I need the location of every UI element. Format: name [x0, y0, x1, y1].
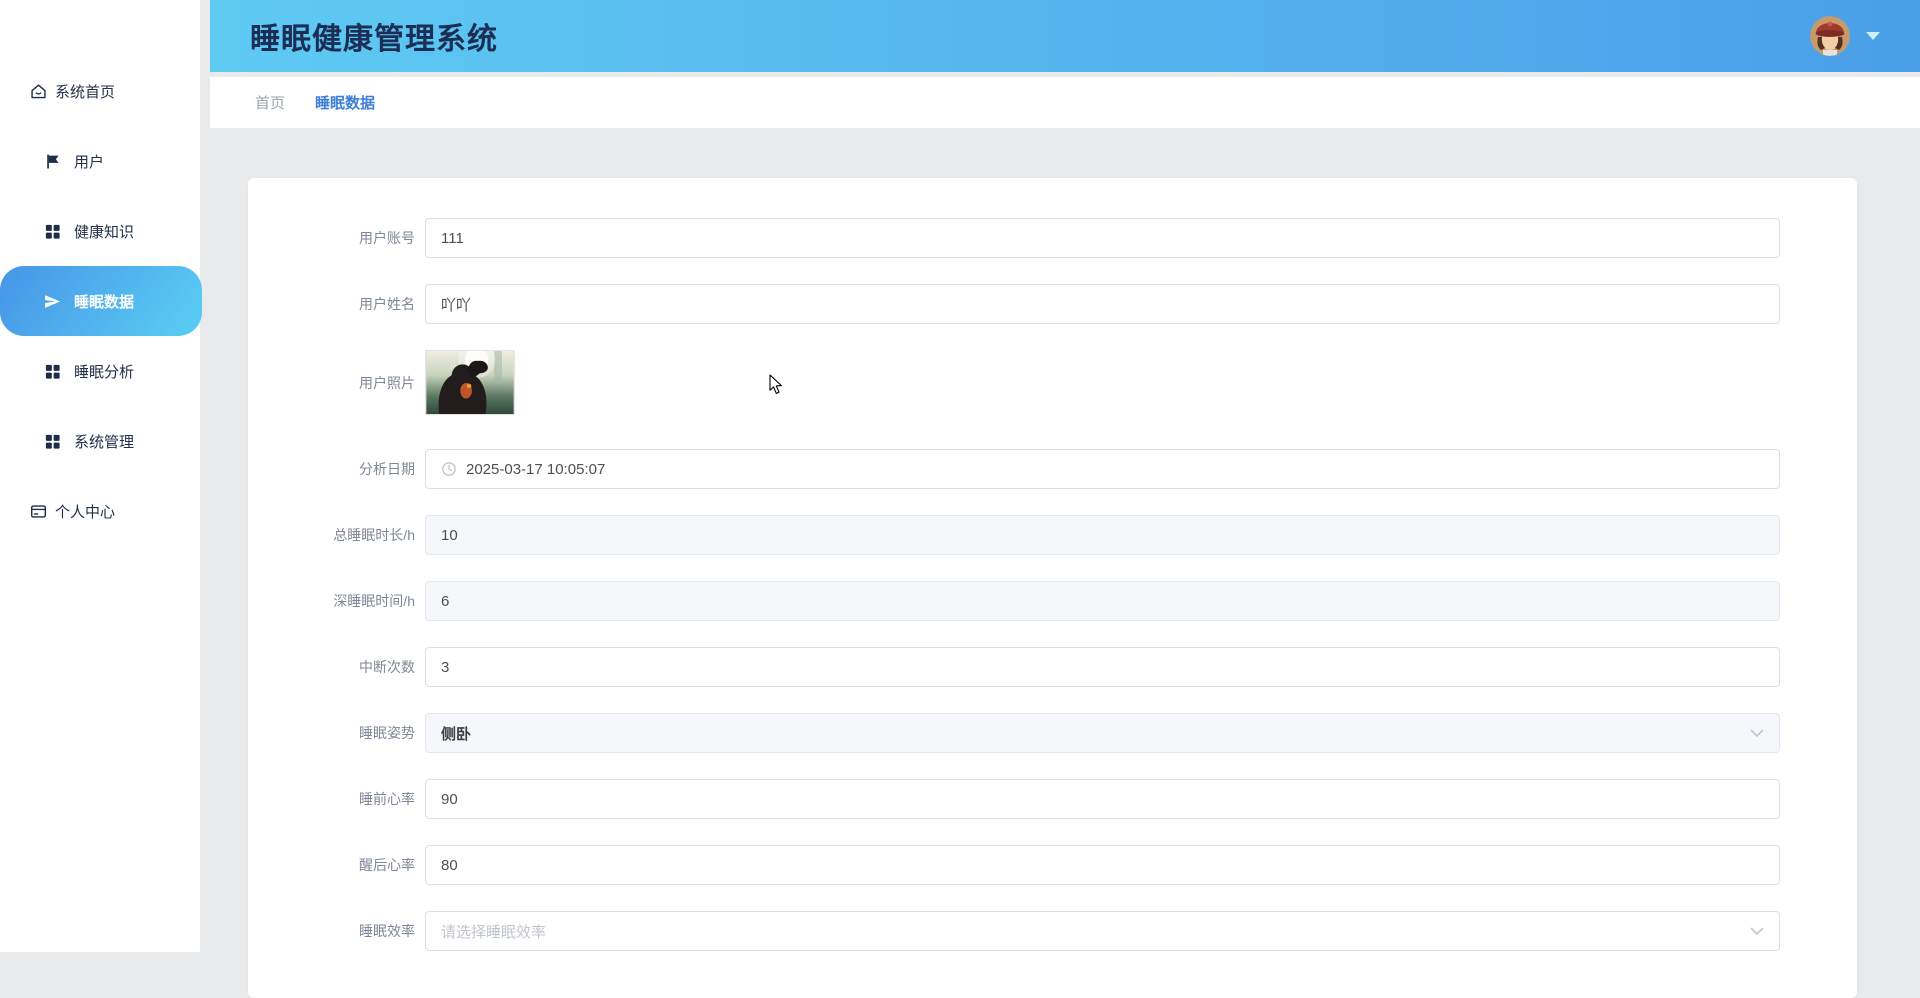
- sidebar-item-label: 用户: [74, 153, 105, 171]
- wake-heart-rate-input[interactable]: [425, 845, 1780, 885]
- sidebar-item-label: 睡眠数据: [74, 293, 135, 311]
- sidebar-item-label: 睡眠分析: [74, 363, 135, 381]
- total-sleep-hours-input: 10: [425, 515, 1780, 555]
- deep-sleep-hours-input: 6: [425, 581, 1780, 621]
- field-label: 中断次数: [359, 659, 415, 675]
- chevron-down-icon: [1750, 927, 1764, 936]
- field-label: 用户姓名: [359, 296, 415, 312]
- user-name-input[interactable]: [425, 284, 1780, 324]
- main-area: 睡眠健康管理系统 首页 睡眠数据 用户账号 111 用户姓名 吖吖 用户照片 分…: [210, 0, 1920, 998]
- user-avatar[interactable]: [1810, 16, 1850, 56]
- field-label: 睡眠效率: [359, 923, 415, 939]
- field-label: 分析日期: [359, 461, 415, 477]
- grid-icon: [44, 223, 61, 240]
- grid-icon: [44, 433, 61, 450]
- field-label: 用户照片: [359, 374, 415, 391]
- sidebar-item-label: 个人中心: [55, 503, 116, 521]
- form-row-user-name: 用户姓名: [248, 284, 1857, 324]
- form-row-interruption-count: 中断次数: [248, 647, 1857, 687]
- app-title: 睡眠健康管理系统: [250, 23, 498, 56]
- flag-icon: [44, 153, 61, 170]
- form-row-sleep-efficiency: 睡眠效率 请选择睡眠效率: [248, 911, 1857, 951]
- home-icon: [30, 83, 47, 100]
- pre-sleep-heart-rate-input[interactable]: [425, 779, 1780, 819]
- breadcrumb-sleep-data[interactable]: 睡眠数据: [315, 92, 375, 113]
- sleep-posture-value: 侧卧: [441, 725, 472, 743]
- sidebar-item-sleep-analysis[interactable]: 睡眠分析: [0, 336, 200, 406]
- field-label: 总睡眠时长/h: [333, 527, 415, 543]
- form-card: 用户账号 用户姓名 用户照片: [248, 178, 1857, 998]
- breadcrumb-home[interactable]: 首页: [255, 92, 285, 113]
- sidebar-item-system-management[interactable]: 系统管理: [0, 406, 200, 476]
- sleep-efficiency-select[interactable]: 请选择睡眠效率: [425, 911, 1780, 951]
- sidebar-item-sleep-data[interactable]: 睡眠数据: [0, 266, 202, 336]
- field-label: 醒后心率: [359, 857, 415, 873]
- app-header: 睡眠健康管理系统: [210, 0, 1920, 72]
- sidebar-item-label: 系统首页: [55, 83, 116, 101]
- form-row-wake-heart-rate: 醒后心率: [248, 845, 1857, 885]
- field-label: 睡眠姿势: [359, 725, 415, 741]
- form-row-user-photo: 用户照片: [248, 341, 1857, 415]
- field-label: 深睡眠时间/h: [333, 593, 415, 609]
- form-row-pre-sleep-heart-rate: 睡前心率: [248, 779, 1857, 819]
- analysis-date-value: 2025-03-17 10:05:07: [466, 460, 606, 478]
- form-row-sleep-posture: 睡眠姿势 侧卧: [248, 713, 1857, 753]
- sidebar-item-health-knowledge[interactable]: 健康知识: [0, 196, 200, 266]
- grid-icon: [44, 363, 61, 380]
- user-menu[interactable]: [1810, 16, 1892, 56]
- sleep-efficiency-placeholder: 请选择睡眠效率: [441, 923, 547, 941]
- paper-plane-icon: [44, 293, 61, 310]
- form-row-user-account: 用户账号: [248, 218, 1857, 258]
- field-label: 用户账号: [359, 230, 415, 246]
- sidebar-item-users[interactable]: 用户: [0, 126, 200, 196]
- chevron-down-icon: [1750, 729, 1764, 738]
- sidebar-item-label: 系统管理: [74, 433, 135, 451]
- deep-sleep-hours-value: 6: [441, 592, 450, 610]
- sleep-posture-select[interactable]: 侧卧: [425, 713, 1780, 753]
- total-sleep-hours-value: 10: [441, 526, 458, 544]
- sidebar-item-label: 健康知识: [74, 223, 135, 241]
- sidebar-item-system-home[interactable]: 系统首页: [0, 56, 200, 126]
- form-row-deep-sleep-hours: 深睡眠时间/h 6: [248, 581, 1857, 621]
- interruption-count-input[interactable]: [425, 647, 1780, 687]
- clock-icon: [441, 461, 457, 477]
- sidebar-item-personal-center[interactable]: 个人中心: [0, 476, 200, 546]
- analysis-date-picker[interactable]: 2025-03-17 10:05:07: [425, 449, 1780, 489]
- chevron-down-icon[interactable]: [1866, 32, 1880, 40]
- field-label: 睡前心率: [359, 791, 415, 807]
- user-photo-thumbnail[interactable]: [425, 341, 515, 415]
- form-row-total-sleep-hours: 总睡眠时长/h 10: [248, 515, 1857, 555]
- user-account-input[interactable]: [425, 218, 1780, 258]
- form-row-analysis-date: 分析日期 2025-03-17 10:05:07: [248, 449, 1857, 489]
- sidebar: 系统首页 用户 健康知识 睡眠数据 睡眠分析 系统管理 个人中心: [0, 0, 202, 952]
- id-card-icon: [30, 503, 47, 520]
- breadcrumb: 首页 睡眠数据: [210, 77, 1920, 128]
- page-content: 用户账号 用户姓名 用户照片: [210, 128, 1920, 998]
